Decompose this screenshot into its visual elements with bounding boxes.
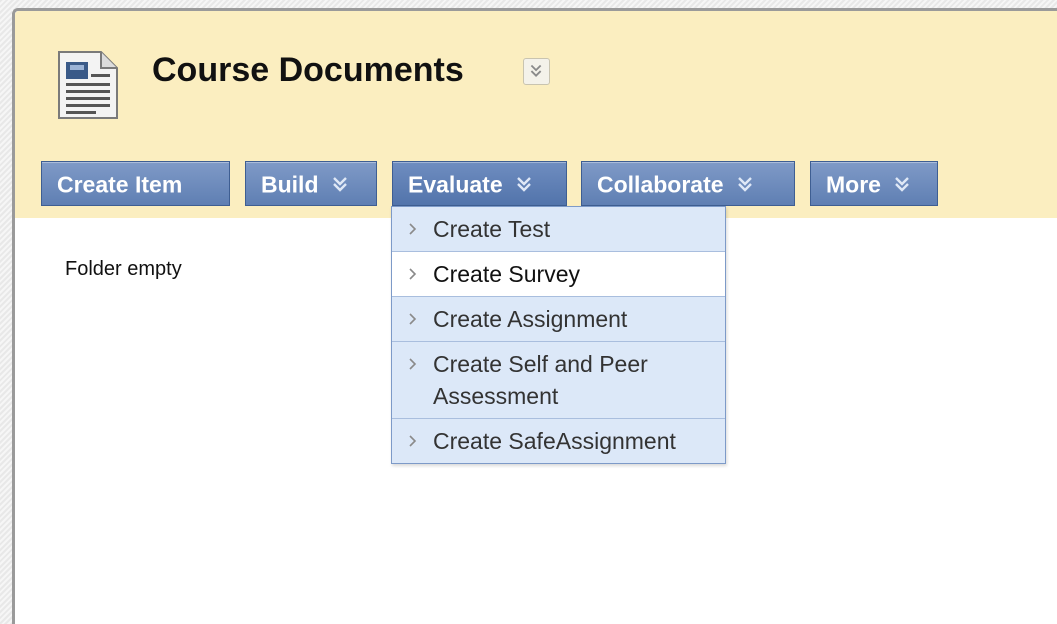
create-item-label: Create Item bbox=[57, 171, 183, 198]
double-chevron-down-icon bbox=[333, 177, 347, 192]
build-label: Build bbox=[261, 171, 319, 198]
build-button[interactable]: Build bbox=[245, 161, 377, 206]
page-header: Course Documents Create Item Build Evalu… bbox=[15, 11, 1057, 218]
double-chevron-down-icon bbox=[530, 64, 542, 77]
menu-item-label: Create Assignment bbox=[433, 306, 628, 332]
menu-item-label: Create SafeAssignment bbox=[433, 428, 676, 454]
app-frame: Course Documents Create Item Build Evalu… bbox=[0, 0, 1057, 624]
double-chevron-down-icon bbox=[895, 177, 910, 192]
chevron-right-icon bbox=[409, 268, 417, 280]
evaluate-dropdown-menu: Create Test Create Survey Create Assignm… bbox=[391, 206, 726, 464]
menu-item-create-assignment[interactable]: Create Assignment bbox=[392, 297, 725, 342]
more-button[interactable]: More bbox=[810, 161, 938, 206]
evaluate-label: Evaluate bbox=[408, 171, 503, 198]
double-chevron-down-icon bbox=[517, 177, 531, 192]
title-menu-button[interactable] bbox=[523, 58, 550, 85]
menu-item-create-survey[interactable]: Create Survey bbox=[392, 252, 725, 297]
chevron-right-icon bbox=[409, 358, 417, 370]
chevron-right-icon bbox=[409, 223, 417, 235]
menu-item-create-safeassignment[interactable]: Create SafeAssignment bbox=[392, 419, 725, 463]
folder-empty-message: Folder empty bbox=[65, 258, 182, 280]
menu-item-create-self-and-peer-assessment[interactable]: Create Self and Peer Assessment bbox=[392, 342, 725, 419]
more-label: More bbox=[826, 171, 881, 198]
menu-item-label: Create Survey bbox=[433, 261, 581, 287]
menu-item-create-test[interactable]: Create Test bbox=[392, 207, 725, 252]
frame-border-left bbox=[0, 0, 12, 624]
collaborate-label: Collaborate bbox=[597, 171, 724, 198]
menu-item-label: Create Test bbox=[433, 216, 551, 242]
evaluate-button[interactable]: Evaluate bbox=[392, 161, 567, 206]
create-item-button[interactable]: Create Item bbox=[41, 161, 230, 206]
collaborate-button[interactable]: Collaborate bbox=[581, 161, 795, 206]
menu-item-label: Create Self and Peer Assessment bbox=[433, 351, 648, 409]
page-title: Course Documents bbox=[152, 51, 464, 89]
document-icon bbox=[58, 51, 118, 119]
content-panel: Course Documents Create Item Build Evalu… bbox=[12, 8, 1057, 624]
chevron-right-icon bbox=[409, 435, 417, 447]
double-chevron-down-icon bbox=[738, 177, 752, 192]
chevron-right-icon bbox=[409, 313, 417, 325]
